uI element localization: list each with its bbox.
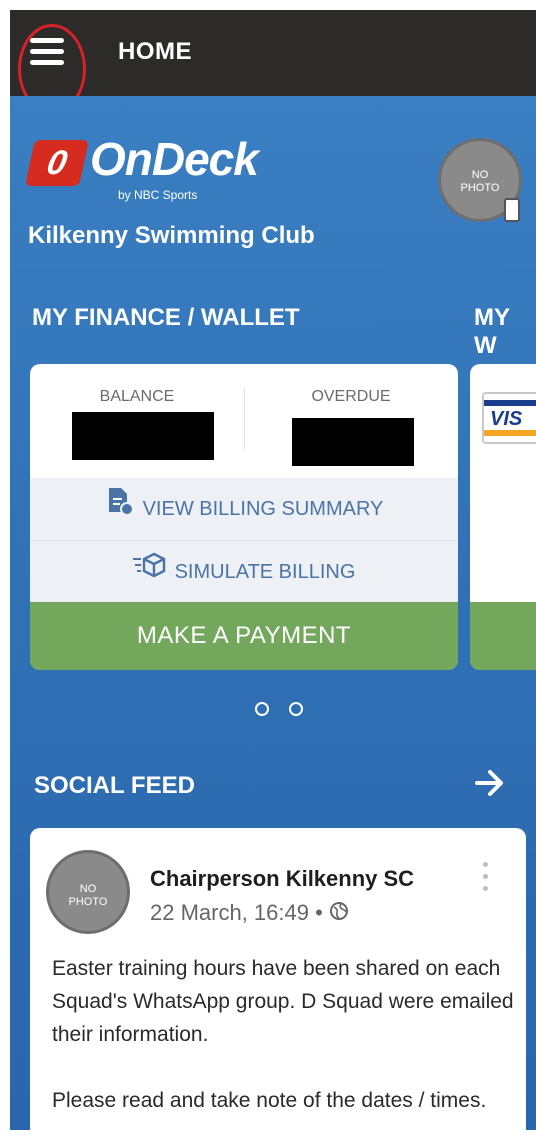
post-paragraph-1: Easter training hours have been shared o… xyxy=(52,957,514,1046)
avatar-text-line-2: PHOTO xyxy=(460,182,500,194)
post-timestamp: 22 March, 16:49 • xyxy=(150,900,349,927)
overdue-value-redacted xyxy=(292,418,414,466)
app-frame: HOME 0 OnDeck by NBC Sports Kilkenny Swi… xyxy=(10,10,536,1130)
logo-wordmark: OnDeck xyxy=(90,133,259,185)
overdue-label: OVERDUE xyxy=(311,388,391,405)
post-options-kebab-icon[interactable] xyxy=(480,862,490,898)
social-post-card[interactable]: NO PHOTO Chairperson Kilkenny SC 22 Marc… xyxy=(30,828,526,1130)
pagination-dot-2[interactable] xyxy=(289,702,303,716)
home-content: 0 OnDeck by NBC Sports Kilkenny Swimming… xyxy=(10,96,536,1130)
balance-value-redacted xyxy=(72,412,214,460)
billing-document-icon xyxy=(105,479,135,541)
simulate-billing-label: SIMULATE BILLING xyxy=(174,561,356,583)
pagination-dot-1[interactable] xyxy=(255,702,269,716)
logo-badge: 0 xyxy=(25,140,89,186)
wallet-card-peek[interactable]: VIS xyxy=(470,364,536,670)
wallet-card-action-peek[interactable] xyxy=(470,602,536,670)
wallet-section-title-peek: MY W xyxy=(474,304,510,359)
balance-divider xyxy=(244,388,245,450)
avatar-text-line-1: NO xyxy=(471,169,489,181)
finance-section-title: MY FINANCE / WALLET xyxy=(32,304,300,331)
ondeck-logo: 0 OnDeck by NBC Sports xyxy=(25,133,260,212)
post-timestamp-text: 22 March, 16:49 • xyxy=(150,900,323,925)
menu-button[interactable] xyxy=(18,24,86,114)
finance-card: BALANCE OVERDUE VIEW BILLING SUMMARY SIM… xyxy=(30,364,458,670)
mobile-phone-icon xyxy=(504,198,520,222)
view-billing-summary-label: VIEW BILLING SUMMARY xyxy=(142,498,384,520)
top-app-bar: HOME xyxy=(10,10,536,114)
post-avatar-text-line-1: NO xyxy=(79,883,97,895)
make-payment-button[interactable]: MAKE A PAYMENT xyxy=(30,602,458,670)
simulate-billing-button[interactable]: SIMULATE BILLING xyxy=(30,541,458,603)
club-name: Kilkenny Swimming Club xyxy=(28,222,315,249)
social-feed-title: SOCIAL FEED xyxy=(34,772,195,799)
visa-card-text: VIS xyxy=(490,408,523,430)
arrow-right-icon[interactable] xyxy=(474,768,506,798)
visa-card-icon: VIS xyxy=(482,392,536,444)
simulate-cube-icon xyxy=(132,542,167,604)
balance-label: BALANCE xyxy=(99,388,175,405)
view-billing-summary-button[interactable]: VIEW BILLING SUMMARY xyxy=(30,478,458,540)
carousel-pagination xyxy=(255,702,315,716)
post-avatar-text-line-2: PHOTO xyxy=(68,896,108,908)
post-author-name[interactable]: Chairperson Kilkenny SC xyxy=(150,866,414,892)
post-author-avatar[interactable]: NO PHOTO xyxy=(46,850,130,934)
page-title: HOME xyxy=(118,38,192,65)
post-paragraph-2: Please read and take note of the dates /… xyxy=(52,1089,487,1112)
globe-icon xyxy=(329,901,349,927)
logo-subtitle: by NBC Sports xyxy=(118,188,198,202)
post-body: Easter training hours have been shared o… xyxy=(52,952,518,1130)
